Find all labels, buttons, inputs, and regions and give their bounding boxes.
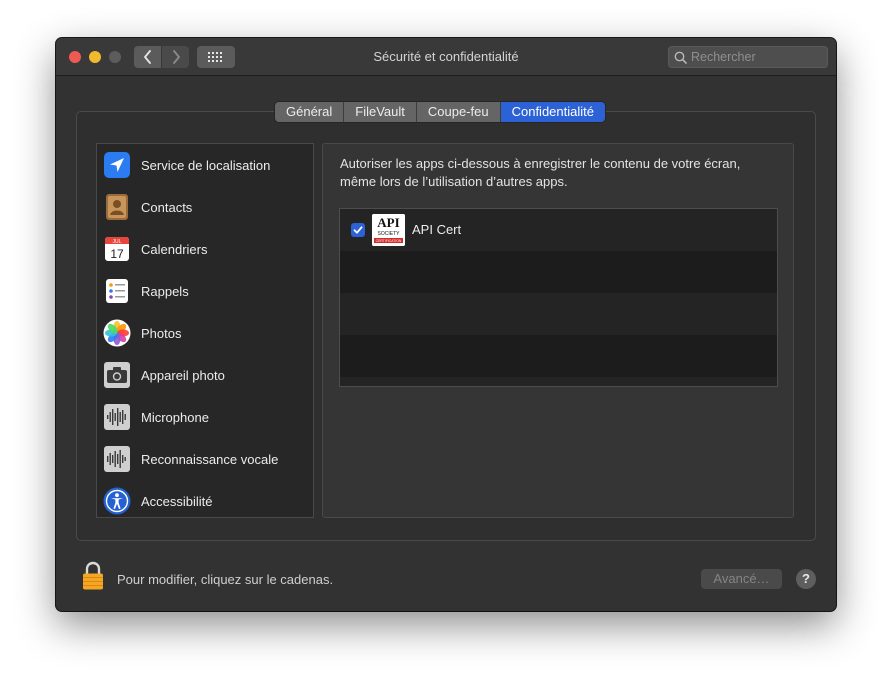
sidebar-item-contacts[interactable]: Contacts [97,186,313,228]
sidebar-item-label: Rappels [141,283,189,299]
speech-waveform-icon [103,445,131,473]
search-icon [674,51,687,64]
sidebar-item-label: Accessibilité [141,493,213,509]
sidebar-item-label: Service de localisation [141,157,271,173]
sidebar-item-label: Calendriers [141,241,208,257]
accessibility-icon [103,487,131,515]
lock-button[interactable] [82,561,104,591]
preferences-window: Sécurité et confidentialité Général File… [56,38,836,611]
app-logo: API SOCIETY CERTIFICATION [372,214,405,246]
app-permission-list: API SOCIETY CERTIFICATION API Cert [339,208,778,387]
list-item-empty [340,377,777,386]
checkmark-icon [353,226,363,234]
sidebar-item-label: Appareil photo [141,367,225,383]
calendar-icon: JUL 17 [103,235,131,263]
permission-description: Autoriser les apps ci-dessous à enregist… [340,156,741,189]
tab-firewall[interactable]: Coupe-feu [416,102,501,122]
list-item-empty [340,251,777,293]
search-input[interactable] [691,50,821,64]
app-name: API Cert [412,222,462,237]
lock-hint-text: Pour modifier, cliquez sur le cadenas. [117,572,334,587]
calendar-month-label: JUL [113,239,122,245]
photos-icon [103,319,131,347]
sidebar-item-label: Reconnaissance vocale [141,451,279,467]
sidebar-item-reminders[interactable]: Rappels [97,270,313,312]
advanced-button[interactable]: Avancé… [701,569,782,589]
sidebar-item-label: Microphone [141,409,209,425]
search-field[interactable] [668,46,828,68]
sidebar-item-label: Photos [141,325,182,341]
list-item-empty [340,335,777,377]
app-logo-text-bottom: CERTIFICATION [376,239,402,243]
app-permission-checkbox[interactable] [351,223,365,237]
sidebar-item-microphone[interactable]: Microphone [97,396,313,438]
calendar-day-label: 17 [110,247,124,261]
list-item-empty [340,293,777,335]
sidebar-item-accessibility[interactable]: Accessibilité [97,480,313,517]
sidebar-item-speech-recognition[interactable]: Reconnaissance vocale [97,438,313,480]
tab-bar: Général FileVault Coupe-feu Confidential… [275,102,605,122]
privacy-detail-panel: Autoriser les apps ci-dessous à enregist… [322,143,794,518]
sidebar-item-label: Contacts [141,199,193,215]
sidebar-item-location-services[interactable]: Service de localisation [97,144,313,186]
sidebar-item-photos[interactable]: Photos [97,312,313,354]
reminders-icon [103,277,131,305]
tab-filevault[interactable]: FileVault [344,102,417,122]
tab-privacy[interactable]: Confidentialité [500,102,605,122]
app-logo-text-top: API [377,215,399,230]
microphone-waveform-icon [103,403,131,431]
help-button[interactable]: ? [796,569,816,589]
sidebar-item-camera[interactable]: Appareil photo [97,354,313,396]
contacts-book-icon [103,193,131,221]
list-item[interactable]: API SOCIETY CERTIFICATION API Cert [340,209,777,251]
title-bar: Sécurité et confidentialité [56,38,836,76]
location-arrow-icon [103,151,131,179]
sidebar-item-calendars[interactable]: JUL 17 Calendriers [97,228,313,270]
privacy-category-list: Service de localisation Contacts JUL 17 … [96,143,314,518]
tab-general[interactable]: Général [275,102,345,122]
lock-icon [83,561,103,590]
app-logo-text-mid: SOCIETY [378,231,401,237]
camera-icon [103,361,131,389]
